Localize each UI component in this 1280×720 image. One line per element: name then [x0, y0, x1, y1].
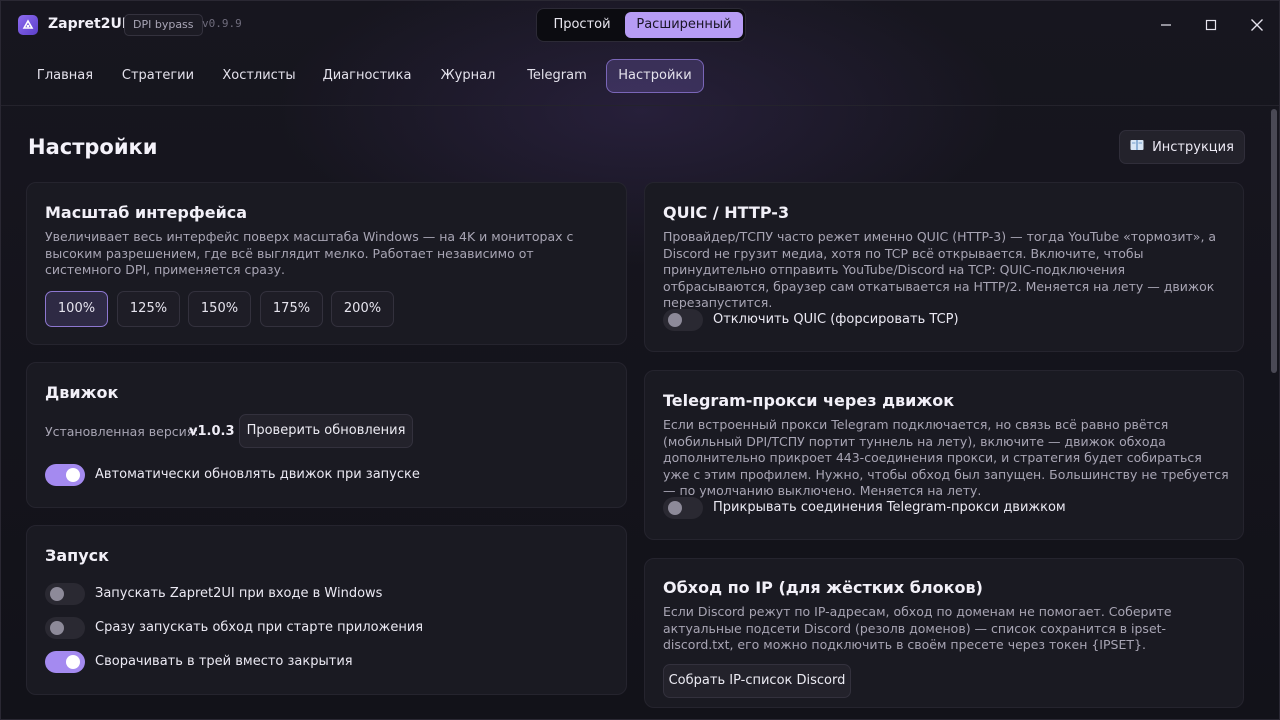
autostart-bypass-toggle[interactable] [45, 617, 85, 639]
telegram-proxy-toggle[interactable] [663, 497, 703, 519]
engine-version-value: v1.0.3 [189, 424, 235, 439]
collect-discord-ip-button[interactable]: Собрать IP-список Discord [663, 664, 851, 698]
telegram-proxy-description: Если встроенный прокси Telegram подключа… [663, 417, 1229, 498]
scrollbar-thumb[interactable] [1271, 109, 1277, 373]
app-logo-icon [18, 15, 38, 35]
nav-divider [1, 105, 1279, 106]
minimize-to-tray-toggle[interactable] [45, 651, 85, 673]
engine-title: Движок [45, 383, 119, 402]
tab-log[interactable]: Журнал [431, 59, 505, 93]
app-title: Zapret2UI [48, 16, 128, 32]
auto-update-label: Автоматически обновлять движок при запус… [95, 467, 420, 482]
telegram-proxy-label: Прикрывать соединения Telegram-прокси дв… [713, 500, 1066, 515]
auto-update-toggle[interactable] [45, 464, 85, 486]
app-version: v0.9.9 [202, 17, 242, 30]
disable-quic-label: Отключить QUIC (форсировать TCP) [713, 312, 959, 327]
tab-diagnostics[interactable]: Диагностика [315, 59, 419, 93]
autostart-bypass-label: Сразу запускать обход при старте приложе… [95, 620, 424, 635]
mode-simple-button[interactable]: Простой [541, 12, 623, 38]
startup-title: Запуск [45, 546, 109, 565]
scale-title: Масштаб интерфейса [45, 203, 248, 222]
app-window: Zapret2UI DPI bypass v0.9.9 Простой Расш… [0, 0, 1280, 720]
main-nav: Главная Стратегии Хостлисты Диагностика … [1, 59, 1279, 95]
quic-card: QUIC / HTTP-3 Провайдер/ТСПУ часто режет… [644, 182, 1244, 352]
engine-version-label: Установленная версия: [45, 424, 199, 439]
app-badge: DPI bypass [124, 14, 203, 36]
scrollbar[interactable] [1269, 107, 1278, 719]
book-icon [1130, 139, 1144, 155]
tab-strategies[interactable]: Стратегии [114, 59, 202, 93]
engine-card: Движок Установленная версия: v1.0.3 Пров… [26, 362, 627, 508]
quic-title: QUIC / HTTP-3 [663, 203, 790, 222]
disable-quic-toggle[interactable] [663, 309, 703, 331]
scale-option-125[interactable]: 125% [117, 291, 180, 327]
scale-option-200[interactable]: 200% [331, 291, 394, 327]
quic-description: Провайдер/ТСПУ часто режет именно QUIC (… [663, 229, 1217, 310]
scale-option-175[interactable]: 175% [260, 291, 323, 327]
telegram-proxy-title: Telegram-прокси через движок [663, 391, 955, 410]
mode-advanced-button[interactable]: Расширенный [625, 12, 743, 38]
ip-bypass-title: Обход по IP (для жёстких блоков) [663, 578, 983, 597]
scale-option-150[interactable]: 150% [188, 291, 251, 327]
close-icon[interactable] [1247, 15, 1267, 35]
ip-bypass-card: Обход по IP (для жёстких блоков) Если Di… [644, 558, 1244, 708]
startup-card: Запуск Запускать Zapret2UI при входе в W… [26, 525, 627, 695]
check-updates-button[interactable]: Проверить обновления [239, 414, 413, 448]
scale-description: Увеличивает весь интерфейс поверх масшта… [45, 229, 574, 277]
scale-card: Масштаб интерфейса Увеличивает весь инте… [26, 182, 627, 345]
help-button-label: Инструкция [1152, 139, 1234, 155]
autostart-windows-toggle[interactable] [45, 583, 85, 605]
ip-bypass-description: Если Discord режут по IP-адресам, обход … [663, 604, 1172, 652]
page-title: Настройки [28, 135, 158, 159]
minimize-to-tray-label: Сворачивать в трей вместо закрытия [95, 654, 353, 669]
title-bar: Zapret2UI DPI bypass v0.9.9 Простой Расш… [1, 1, 1279, 51]
mode-switch: Простой Расширенный [536, 8, 746, 42]
tab-telegram[interactable]: Telegram [517, 59, 597, 93]
telegram-proxy-card: Telegram-прокси через движок Если встрое… [644, 370, 1244, 540]
tab-home[interactable]: Главная [27, 59, 103, 93]
tab-hostlists[interactable]: Хостлисты [213, 59, 305, 93]
autostart-windows-label: Запускать Zapret2UI при входе в Windows [95, 586, 383, 601]
tab-settings[interactable]: Настройки [606, 59, 704, 93]
minimize-icon[interactable] [1156, 15, 1176, 35]
scale-option-100[interactable]: 100% [45, 291, 108, 327]
help-button[interactable]: Инструкция [1119, 130, 1245, 164]
maximize-icon[interactable] [1201, 15, 1221, 35]
